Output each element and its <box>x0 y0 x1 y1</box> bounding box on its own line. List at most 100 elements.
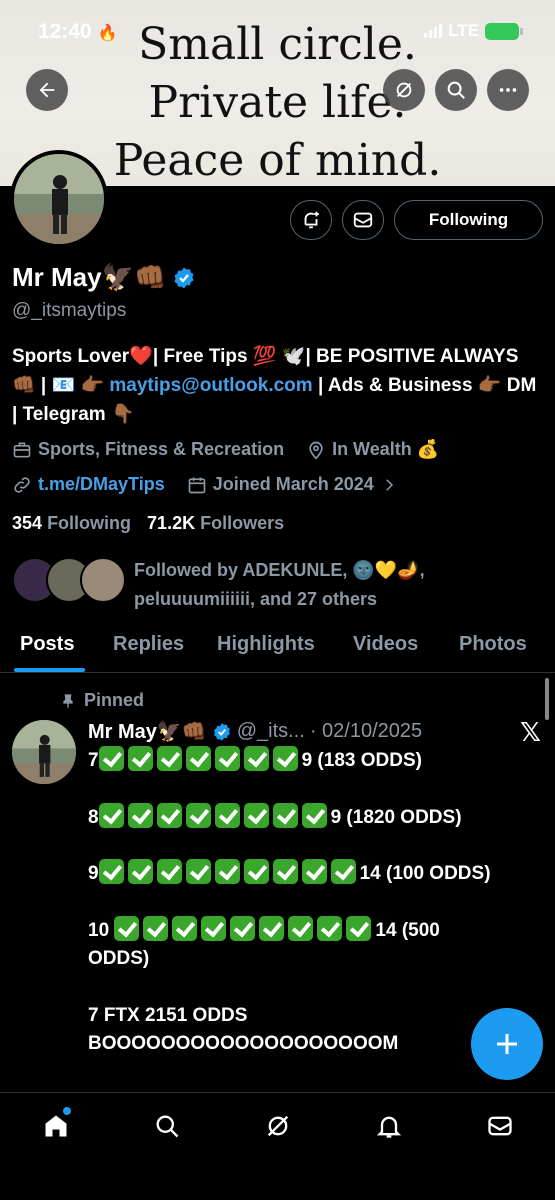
green-check-icon <box>214 803 240 828</box>
bottom-navigation <box>0 1092 555 1200</box>
tab-highlights[interactable]: Highlights <box>217 633 315 656</box>
briefcase-icon <box>13 442 31 457</box>
profile-bio: Sports Lover❤️| Free Tips 💯 🕊️| BE POSIT… <box>12 342 542 429</box>
tweet-avatar[interactable] <box>12 720 76 784</box>
home-icon <box>45 1115 67 1137</box>
search-icon <box>447 81 465 99</box>
pin-icon <box>63 693 73 708</box>
green-check-icon <box>230 916 256 941</box>
verified-badge-icon <box>174 267 194 288</box>
tweet-line-5: 7 FTX 2151 ODDS <box>88 1005 248 1026</box>
following-button[interactable]: Following <box>394 200 543 240</box>
location-pin-icon <box>309 441 323 460</box>
back-button[interactable] <box>26 69 68 111</box>
bell-icon <box>376 1116 402 1138</box>
check-marks <box>98 803 331 828</box>
profile-location: In Wealth 💰 <box>332 439 440 459</box>
followers-count-label: Followers <box>200 513 285 533</box>
avatar-image <box>14 154 104 244</box>
green-check-icon <box>288 916 314 941</box>
nav-notifications[interactable] <box>372 1109 406 1143</box>
nav-messages[interactable] <box>483 1109 517 1143</box>
profile-tabs: Posts Replies Highlights Videos Photos <box>0 625 555 673</box>
followers-count-link[interactable]: 71.2K Followers <box>147 513 284 534</box>
green-check-icon <box>214 746 240 771</box>
tab-replies[interactable]: Replies <box>113 633 184 656</box>
pinned-text: Pinned <box>84 690 145 710</box>
tweet-date: · 02/10/2025 <box>309 720 423 742</box>
check-marks <box>98 746 302 771</box>
check-marks <box>98 859 360 884</box>
profile-website-link[interactable]: t.me/DMayTips <box>38 474 165 495</box>
green-check-icon <box>259 916 285 941</box>
network-label: LTE <box>448 21 479 40</box>
status-bar: 12:40 🔥 LTE <box>0 0 555 60</box>
avatar-image <box>12 720 76 784</box>
followed-by-text[interactable]: Followed by ADEKUNLE, 🌚💛🪔, peluuuumiiiii… <box>134 556 534 614</box>
mail-icon <box>488 1116 512 1136</box>
green-check-icon <box>172 916 198 941</box>
bio-email-link[interactable]: maytips@outlook.com <box>109 375 312 396</box>
tweet-line-2: 89 (1820 ODDS) <box>88 803 462 832</box>
notify-button[interactable] <box>290 200 332 240</box>
green-check-icon <box>156 746 182 771</box>
profile-name: Mr May🦅👊🏾 <box>12 262 196 293</box>
calendar-icon <box>188 477 206 493</box>
green-check-icon <box>156 803 182 828</box>
profile-meta-row-1: Sports, Fitness & Recreation In Wealth 💰 <box>12 439 439 460</box>
tab-videos[interactable]: Videos <box>353 633 418 656</box>
signal-icon <box>424 24 443 38</box>
green-check-icon <box>185 803 211 828</box>
following-count: 354 <box>12 513 43 533</box>
green-check-icon <box>114 916 140 941</box>
arrow-left-icon <box>39 82 55 98</box>
compose-button[interactable] <box>471 1008 543 1080</box>
follower-avatar <box>80 557 126 603</box>
green-check-icon <box>317 916 343 941</box>
nav-home[interactable] <box>39 1107 73 1143</box>
nav-search[interactable] <box>150 1109 184 1143</box>
battery-icon <box>485 22 523 40</box>
tab-posts[interactable]: Posts <box>20 633 74 656</box>
green-check-icon <box>272 746 298 771</box>
profile-meta-row-2: t.me/DMayTips Joined March 2024 <box>12 474 398 495</box>
green-check-icon <box>156 859 182 884</box>
green-check-icon <box>98 859 124 884</box>
green-check-icon <box>98 803 124 828</box>
green-check-icon <box>98 746 124 771</box>
notification-dot <box>63 1107 71 1115</box>
message-button[interactable] <box>342 200 384 240</box>
profile-avatar[interactable] <box>10 150 108 248</box>
green-check-icon <box>127 803 153 828</box>
followers-count: 71.2K <box>147 513 196 533</box>
grok-button[interactable] <box>383 69 425 111</box>
profile-handle: @_itsmaytips <box>12 300 127 321</box>
green-check-icon <box>243 859 269 884</box>
search-icon <box>156 1115 179 1138</box>
check-marks <box>114 916 375 941</box>
green-check-icon <box>301 803 327 828</box>
green-check-icon <box>214 859 240 884</box>
search-button[interactable] <box>435 69 477 111</box>
green-check-icon <box>185 859 211 884</box>
more-icon <box>499 88 517 92</box>
scrollbar[interactable] <box>545 678 549 720</box>
plus-icon <box>497 1034 517 1054</box>
x-logo-icon: 𝕏 <box>520 718 541 748</box>
chevron-right-icon[interactable] <box>380 476 398 494</box>
green-check-icon <box>243 803 269 828</box>
green-check-icon <box>301 859 327 884</box>
link-icon <box>14 476 30 493</box>
green-check-icon <box>185 746 211 771</box>
nav-grok[interactable] <box>261 1109 295 1143</box>
status-time: 12:40 🔥 <box>38 20 118 43</box>
followed-by-avatars[interactable] <box>12 557 126 603</box>
tweet-header: Mr May🦅👊🏾 @_its... · 02/10/2025 <box>88 719 422 744</box>
more-button[interactable] <box>487 69 529 111</box>
grok-icon <box>267 1115 289 1137</box>
tweet-author[interactable]: Mr May🦅👊🏾 <box>88 719 207 744</box>
pinned-label: Pinned <box>60 690 144 711</box>
tab-photos[interactable]: Photos <box>459 633 527 656</box>
following-count-link[interactable]: 354 Following <box>12 513 131 534</box>
green-check-icon <box>127 859 153 884</box>
